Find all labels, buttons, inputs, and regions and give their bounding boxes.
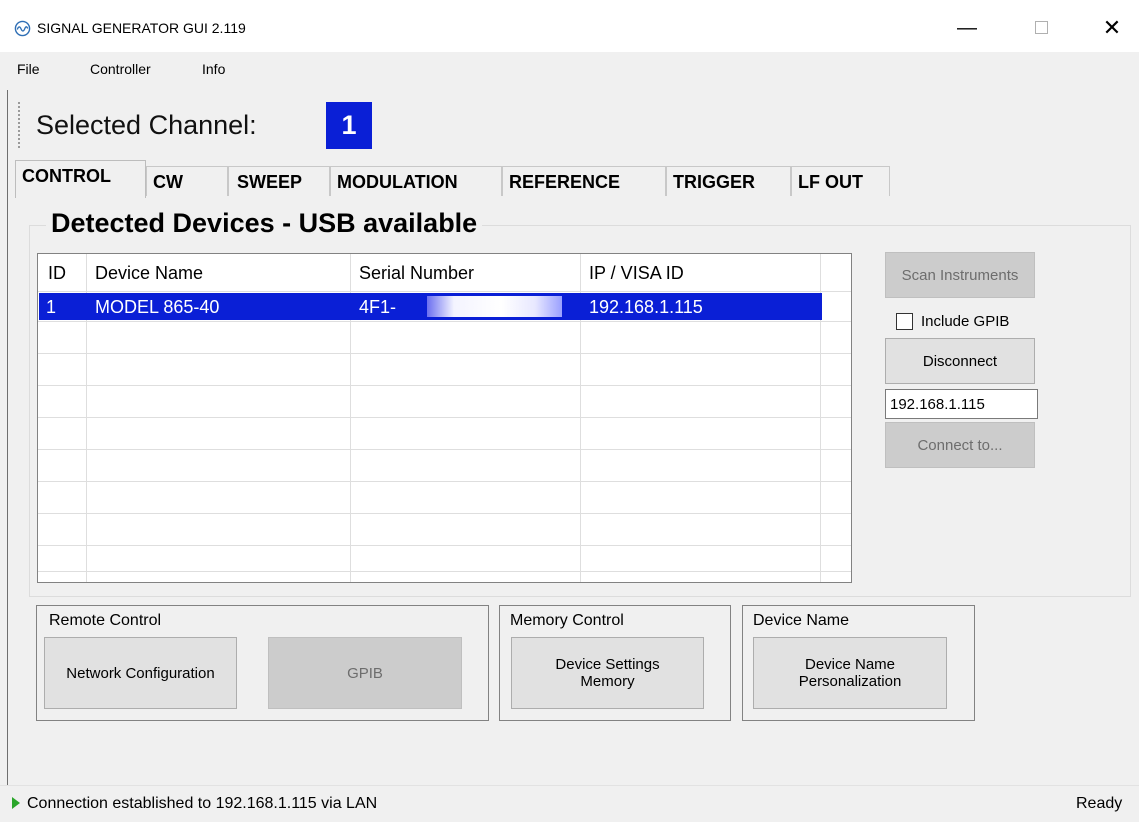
column-header-serial-number[interactable]: Serial Number [359,263,474,284]
tab-modulation[interactable]: MODULATION [330,166,502,196]
close-button[interactable]: ✕ [1097,13,1127,43]
status-ready: Ready [1076,795,1123,812]
include-gpib-checkbox[interactable] [896,313,913,330]
row-divider [38,353,851,354]
row-divider [38,321,851,322]
row-divider [38,449,851,450]
tab-lf-out[interactable]: LF OUT [791,166,890,196]
menu-bar [0,52,1139,90]
selected-channel-label: Selected Channel: [36,110,257,140]
device-name-line2: Personalization [798,673,902,690]
tab-control[interactable]: CONTROL [15,160,146,198]
app-icon [14,20,31,37]
tab-sweep[interactable]: SWEEP [228,166,330,196]
selected-channel-badge[interactable]: 1 [326,102,372,149]
device-settings-line2: Memory [580,673,635,690]
memory-control-title: Memory Control [510,612,624,629]
status-play-icon [12,797,20,809]
scan-instruments-button[interactable]: Scan Instruments [885,252,1035,298]
row-divider [38,417,851,418]
device-name-personalization-button[interactable]: Device Name Personalization [753,637,947,709]
menu-controller[interactable]: Controller [90,61,151,77]
row-device-name: MODEL 865-40 [95,297,220,317]
detected-devices-title: Detected Devices - USB available [46,208,483,239]
row-divider [38,385,851,386]
window-title: SIGNAL GENERATOR GUI 2.119 [37,20,246,36]
row-ip: 192.168.1.115 [589,297,703,317]
maximize-button[interactable] [1026,13,1056,43]
row-divider [38,545,851,546]
column-header-device-name[interactable]: Device Name [95,263,203,284]
status-message: Connection established to 192.168.1.115 … [27,795,378,812]
toolbar-grip[interactable] [18,102,20,148]
row-divider [38,481,851,482]
connect-to-button[interactable]: Connect to... [885,422,1035,468]
column-header-ip-visa-id[interactable]: IP / VISA ID [589,263,684,284]
gpib-button[interactable]: GPIB [268,637,462,709]
include-gpib-label[interactable]: Include GPIB [921,313,1009,330]
minimize-button[interactable]: — [952,13,982,43]
window-border [7,90,8,785]
row-serial-number: 4F1- [359,297,397,317]
row-id: 1 [46,297,57,317]
menu-file[interactable]: File [17,61,40,77]
serial-redaction [427,296,562,317]
row-divider [38,291,851,292]
device-settings-memory-button[interactable]: Device Settings Memory [511,637,704,709]
tab-reference[interactable]: REFERENCE [502,166,666,196]
device-name-title: Device Name [753,612,850,629]
row-divider [38,513,851,514]
row-divider [38,571,851,572]
network-configuration-button[interactable]: Network Configuration [44,637,237,709]
remote-control-title: Remote Control [49,612,162,629]
maximize-icon [1034,21,1048,35]
device-settings-line1: Device Settings [555,656,660,673]
device-name-line1: Device Name [804,656,896,673]
tab-trigger[interactable]: TRIGGER [666,166,791,196]
disconnect-button[interactable]: Disconnect [885,338,1035,384]
menu-info[interactable]: Info [202,61,225,77]
tab-cw[interactable]: CW [146,166,228,196]
ip-address-input[interactable] [885,389,1038,419]
column-header-id[interactable]: ID [48,263,66,284]
